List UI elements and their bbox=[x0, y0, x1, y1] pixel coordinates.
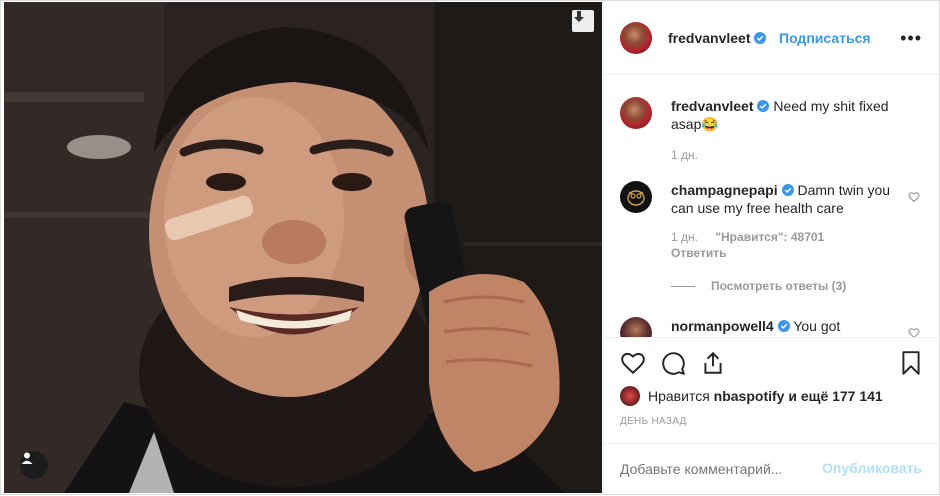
download-icon bbox=[574, 11, 584, 22]
comment-avatar[interactable] bbox=[620, 317, 652, 337]
reply-button[interactable]: Ответить bbox=[671, 244, 901, 262]
author-username[interactable]: fredvanvleet bbox=[668, 30, 750, 46]
post-actions: Нравится nbaspotify и ещё 177 141 ДЕНЬ Н… bbox=[604, 337, 940, 444]
likes-count[interactable]: и ещё 177 141 bbox=[788, 388, 882, 404]
caption-text-block: fredvanvleet Need my shit fixed asap😂 1 … bbox=[671, 97, 901, 164]
caption-username[interactable]: fredvanvleet bbox=[671, 98, 753, 114]
likes-prefix: Нравится bbox=[648, 388, 710, 404]
comment-username[interactable]: champagnepapi bbox=[671, 182, 778, 198]
author-avatar[interactable] bbox=[620, 22, 652, 54]
photo-illustration bbox=[4, 2, 602, 493]
comment-input[interactable] bbox=[620, 459, 810, 479]
follow-button[interactable]: Подписаться bbox=[779, 30, 871, 46]
comment-text-block: champagnepapi Damn twin you can use my f… bbox=[671, 181, 901, 262]
instagram-post: fredvanvleet Подписаться ••• fredvanvlee… bbox=[0, 0, 940, 495]
comments-list[interactable]: fredvanvleet Need my shit fixed asap😂 1 … bbox=[604, 75, 940, 337]
post-header: fredvanvleet Подписаться ••• bbox=[604, 1, 940, 75]
author-name-block: fredvanvleet bbox=[668, 30, 767, 48]
comment-likes[interactable]: "Нравится": 48701 bbox=[715, 230, 824, 244]
comment-avatar[interactable] bbox=[620, 181, 652, 213]
bookmark-icon[interactable] bbox=[898, 350, 924, 376]
comment-item: champagnepapi Damn twin you can use my f… bbox=[620, 181, 920, 291]
replies-divider bbox=[671, 285, 695, 287]
post-date[interactable]: ДЕНЬ НАЗАД bbox=[620, 416, 687, 427]
comment-like-heart-icon[interactable] bbox=[908, 191, 920, 203]
view-replies-label: Посмотреть ответы (3) bbox=[711, 279, 847, 293]
publish-button[interactable]: Опубликовать bbox=[822, 460, 922, 476]
verified-badge-icon bbox=[754, 32, 767, 44]
user-tag-button[interactable] bbox=[20, 451, 48, 479]
verified-badge-icon bbox=[777, 320, 790, 332]
liker-avatar[interactable] bbox=[620, 386, 640, 406]
more-options-button[interactable]: ••• bbox=[900, 28, 922, 49]
comment-text: You got bbox=[793, 318, 841, 334]
user-tag-icon bbox=[21, 452, 33, 464]
verified-badge-icon bbox=[757, 100, 770, 112]
comment-text-block: normanpowell4 You got bbox=[671, 317, 901, 335]
comment-meta: 1 дн. "Нравится": 48701 bbox=[671, 230, 901, 244]
heart-icon[interactable] bbox=[620, 350, 646, 376]
comment-like-heart-icon[interactable] bbox=[908, 327, 920, 337]
owl-logo-icon bbox=[627, 190, 645, 206]
view-replies-button[interactable]: Посмотреть ответы (3) bbox=[671, 279, 846, 293]
comment-item: normanpowell4 You got bbox=[620, 317, 920, 337]
caption-time[interactable]: 1 дн. bbox=[671, 146, 901, 164]
verified-badge-icon bbox=[781, 184, 794, 196]
add-comment-bar: Опубликовать bbox=[604, 443, 940, 496]
comment-icon[interactable] bbox=[660, 350, 686, 376]
likes-summary: Нравится nbaspotify и ещё 177 141 bbox=[620, 386, 883, 406]
post-sidebar: fredvanvleet Подписаться ••• fredvanvlee… bbox=[603, 1, 940, 495]
comment-time[interactable]: 1 дн. bbox=[671, 230, 698, 244]
share-icon[interactable] bbox=[700, 350, 726, 376]
post-photo[interactable] bbox=[4, 2, 602, 493]
comment-username[interactable]: normanpowell4 bbox=[671, 318, 774, 334]
download-button[interactable] bbox=[572, 10, 594, 32]
likes-user[interactable]: nbaspotify bbox=[714, 388, 785, 404]
caption-avatar[interactable] bbox=[620, 97, 652, 129]
caption: fredvanvleet Need my shit fixed asap😂 1 … bbox=[620, 97, 920, 167]
